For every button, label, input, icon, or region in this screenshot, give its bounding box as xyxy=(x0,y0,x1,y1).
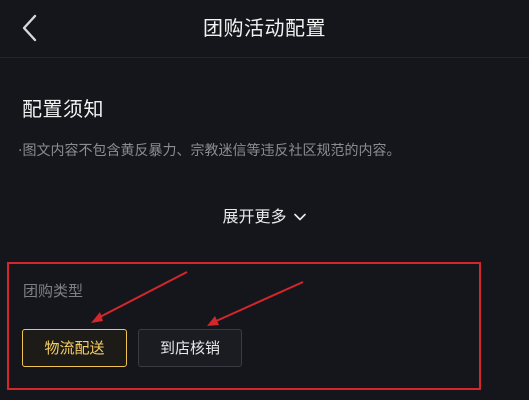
notice-text: ·图文内容不包含黄反暴力、宗教迷信等违反社区规范的内容。 xyxy=(18,143,401,159)
group-buy-config-page: 团购活动配置 配置须知 ·图文内容不包含黄反暴力、宗教迷信等违反社区规范的内容。… xyxy=(0,0,529,400)
group-buy-type-label: 团购类型 xyxy=(23,282,84,300)
top-nav-bar: 团购活动配置 xyxy=(0,0,529,58)
option-in-store-redemption[interactable]: 到店核销 xyxy=(138,329,242,367)
notice-heading: 配置须知 xyxy=(22,97,104,121)
chevron-down-icon xyxy=(293,213,306,221)
expand-more-label: 展开更多 xyxy=(222,207,287,226)
option-logistics-delivery[interactable]: 物流配送 xyxy=(22,329,127,367)
expand-more-button[interactable]: 展开更多 xyxy=(0,205,529,229)
page-title: 团购活动配置 xyxy=(203,16,326,40)
